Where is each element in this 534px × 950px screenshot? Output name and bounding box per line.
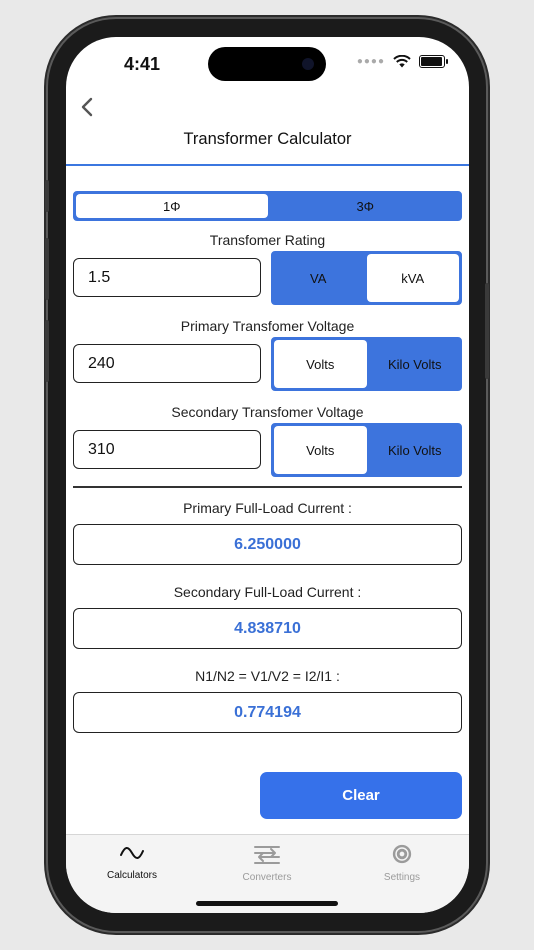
cellular-icon: ●●●● <box>356 56 385 67</box>
primary-current-result: 6.250000 <box>73 524 462 565</box>
home-indicator <box>196 901 338 906</box>
camera-icon <box>302 58 314 70</box>
gear-icon <box>392 844 412 864</box>
nav-divider <box>66 164 469 166</box>
primary-unit-selector[interactable]: Volts Kilo Volts <box>271 337 462 391</box>
chevron-left-icon[interactable] <box>76 95 100 119</box>
phase-selector[interactable]: 1Φ 3Φ <box>73 191 462 221</box>
secondary-current-label: Secondary Full-Load Current : <box>173 584 362 600</box>
wifi-icon <box>393 55 411 68</box>
volume-up-button <box>45 238 49 300</box>
battery-icon <box>419 55 448 68</box>
tab-label: Calculators <box>106 870 158 881</box>
secondary-voltage-input[interactable]: 310 <box>73 430 261 469</box>
mute-switch <box>45 180 49 212</box>
status-icons: ●●●● <box>356 55 448 68</box>
wave-icon <box>120 847 144 859</box>
rating-label: Transfomer Rating <box>209 232 326 248</box>
secondary-voltage-label: Secondary Transfomer Voltage <box>171 404 364 420</box>
phase-option-3[interactable]: 3Φ <box>270 192 462 220</box>
rating-unit-selector[interactable]: VA kVA <box>271 251 462 305</box>
power-button <box>485 283 489 379</box>
unit-option-kva[interactable]: kVA <box>366 254 459 302</box>
tab-label: Converters <box>242 872 292 883</box>
tab-settings[interactable]: Settings <box>347 843 457 883</box>
page-title: Transformer Calculator <box>183 130 352 148</box>
swap-arrows-icon <box>254 846 280 864</box>
primary-voltage-label: Primary Transfomer Voltage <box>180 318 355 334</box>
ratio-label: N1/N2 = V1/V2 = I2/I1 : <box>195 668 340 684</box>
phase-option-1[interactable]: 1Φ <box>76 194 268 218</box>
unit-option-volts[interactable]: Volts <box>274 340 367 388</box>
status-time: 4:41 <box>124 54 161 74</box>
secondary-current-result: 4.838710 <box>73 608 462 649</box>
unit-option-va[interactable]: VA <box>272 252 365 304</box>
screen: 4:41 ●●●● Transformer Calculator 1Φ 3Φ T… <box>66 37 469 913</box>
unit-option-kilo-volts[interactable]: Kilo Volts <box>369 424 462 476</box>
tab-converters[interactable]: Converters <box>212 843 322 883</box>
secondary-unit-selector[interactable]: Volts Kilo Volts <box>271 423 462 477</box>
volume-down-button <box>45 320 49 382</box>
dynamic-island <box>208 47 326 81</box>
tab-label: Settings <box>383 872 421 883</box>
primary-voltage-input[interactable]: 240 <box>73 344 261 383</box>
tab-calculators[interactable]: Calculators <box>77 843 187 881</box>
section-divider <box>73 486 462 488</box>
rating-input[interactable]: 1.5 <box>73 258 261 297</box>
clear-button[interactable]: Clear <box>260 772 462 819</box>
unit-option-volts[interactable]: Volts <box>274 426 367 474</box>
unit-option-kilo-volts[interactable]: Kilo Volts <box>369 338 462 390</box>
ratio-result: 0.774194 <box>73 692 462 733</box>
primary-current-label: Primary Full-Load Current : <box>183 500 352 516</box>
